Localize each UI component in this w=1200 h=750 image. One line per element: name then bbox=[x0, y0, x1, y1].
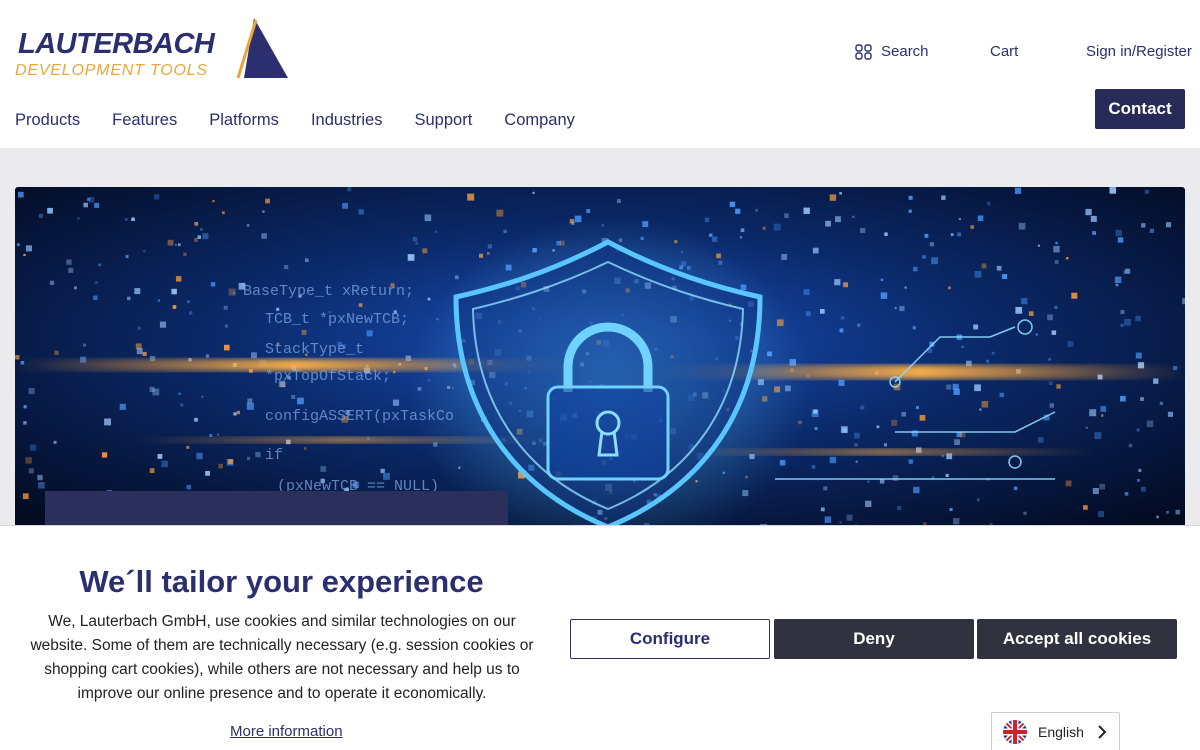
hero-image: BaseType_t xReturn; TCB_t *pxNewTCB; Stack… bbox=[15, 187, 1185, 532]
search-grid-icon bbox=[855, 43, 872, 60]
language-selector[interactable]: English bbox=[991, 712, 1120, 750]
logo-tagline: DEVELOPMENT TOOLS bbox=[15, 62, 208, 79]
uk-flag-icon bbox=[1003, 720, 1027, 744]
hero-code-line: TCB_t *pxNewTCB; bbox=[265, 311, 409, 328]
cookie-banner-title: We´ll tailor your experience bbox=[79, 564, 484, 599]
signin-register-link[interactable]: Sign in/Register bbox=[1086, 43, 1192, 60]
cart-link[interactable]: Cart bbox=[990, 43, 1018, 60]
logo-wordmark: LAUTERBACH bbox=[18, 28, 215, 60]
signin-label: Sign in/Register bbox=[1086, 43, 1192, 60]
lauterbach-logo[interactable]: LAUTERBACH DEVELOPMENT TOOLS bbox=[14, 16, 290, 80]
nav-item-features[interactable]: Features bbox=[112, 111, 177, 130]
search-label: Search bbox=[881, 43, 929, 60]
hero-code-line: StackType_t bbox=[265, 341, 364, 358]
more-information-link[interactable]: More information bbox=[230, 723, 343, 740]
nav-item-company[interactable]: Company bbox=[504, 111, 575, 130]
contact-button[interactable]: Contact bbox=[1095, 89, 1185, 129]
hero-code-line: if bbox=[265, 447, 283, 464]
main-navigation: Products Features Platforms Industries S… bbox=[15, 111, 607, 130]
logo-triangle-icon bbox=[236, 18, 288, 79]
hero-code-line: BaseType_t xReturn; bbox=[243, 283, 414, 300]
accept-all-cookies-button[interactable]: Accept all cookies bbox=[977, 619, 1177, 659]
cookie-consent-banner: We´ll tailor your experience We, Lauterb… bbox=[0, 525, 1200, 750]
nav-item-products[interactable]: Products bbox=[15, 111, 80, 130]
site-header: LAUTERBACH DEVELOPMENT TOOLS Search Cart… bbox=[0, 0, 1200, 148]
nav-item-platforms[interactable]: Platforms bbox=[209, 111, 279, 130]
nav-item-industries[interactable]: Industries bbox=[311, 111, 383, 130]
chevron-right-icon bbox=[1098, 725, 1107, 739]
hero-code-line: *pxTopOfStack; bbox=[265, 368, 391, 385]
configure-button[interactable]: Configure bbox=[570, 619, 770, 659]
cyber-security-illustration: BaseType_t xReturn; TCB_t *pxNewTCB; Stack… bbox=[15, 187, 1185, 532]
deny-button[interactable]: Deny bbox=[774, 619, 974, 659]
language-label: English bbox=[1038, 724, 1084, 740]
cart-label: Cart bbox=[990, 43, 1019, 60]
nav-item-support[interactable]: Support bbox=[414, 111, 472, 130]
hero-code-line: configASSERT(pxTaskCo bbox=[265, 408, 454, 425]
cookie-banner-text: We, Lauterbach GmbH, use cookies and sim… bbox=[30, 613, 534, 702]
search-link[interactable]: Search bbox=[855, 43, 929, 60]
